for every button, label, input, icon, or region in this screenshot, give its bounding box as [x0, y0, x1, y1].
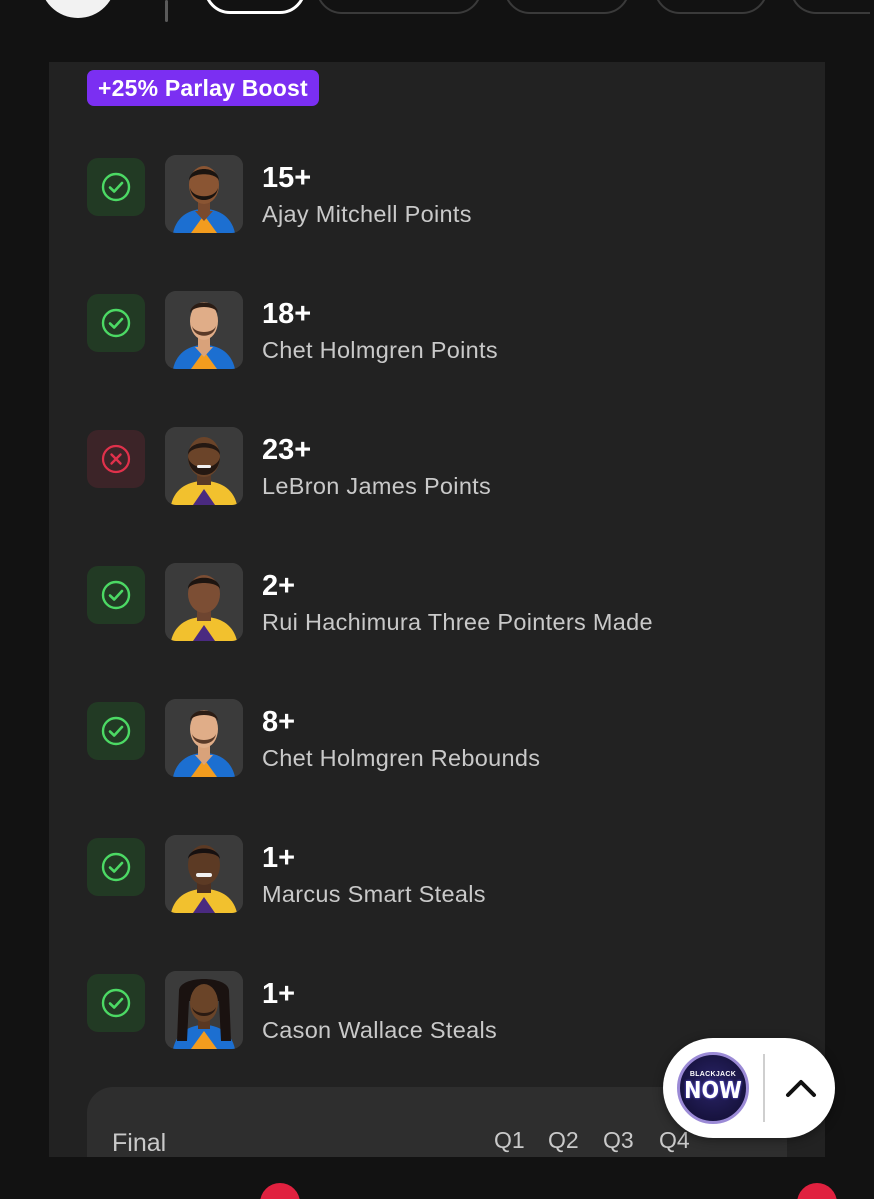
leg-status: [87, 974, 145, 1032]
player-headshot: [165, 699, 243, 777]
bet-slip-screen: +25% Parlay Boost 15+ Ajay Mitchell Poin…: [0, 0, 874, 1199]
filter-chip[interactable]: [790, 0, 870, 14]
leg-row[interactable]: 1+ Marcus Smart Steals: [87, 835, 787, 915]
leg-description: Marcus Smart Steals: [262, 881, 486, 907]
leg-description: Chet Holmgren Points: [262, 337, 498, 363]
player-headshot: [165, 563, 243, 641]
filter-divider: [165, 0, 168, 22]
nav-notification-badge: [797, 1183, 837, 1199]
leg-line: 1+: [262, 842, 296, 874]
leg-line: 8+: [262, 706, 296, 738]
leg-row[interactable]: 15+ Ajay Mitchell Points: [87, 155, 787, 235]
leg-status: [87, 158, 145, 216]
filter-bar: [0, 0, 874, 40]
leg-description: Chet Holmgren Rebounds: [262, 745, 541, 771]
check-circle-icon: [101, 580, 131, 610]
leg-status: [87, 838, 145, 896]
player-headshot: [165, 155, 243, 233]
leg-row[interactable]: 1+ Cason Wallace Steals: [87, 971, 787, 1051]
blackjack-badge-big-text: NOW: [684, 1078, 742, 1104]
blackjack-badge-small-text: BLACKJACK: [689, 1071, 737, 1078]
leg-description: Ajay Mitchell Points: [262, 201, 472, 227]
quarter-header: Q4: [659, 1127, 690, 1153]
leg-status: [87, 430, 145, 488]
player-headshot: [165, 835, 243, 913]
leg-status: [87, 566, 145, 624]
filter-chip[interactable]: [504, 0, 630, 14]
x-circle-icon: [101, 444, 131, 474]
check-circle-icon: [101, 852, 131, 882]
parlay-boost-badge: +25% Parlay Boost: [87, 70, 319, 106]
quarter-header: Q2: [548, 1127, 579, 1153]
quarter-header: Q3: [603, 1127, 634, 1153]
leg-line: 18+: [262, 298, 312, 330]
leg-description: LeBron James Points: [262, 473, 492, 499]
game-status-label: Final: [112, 1129, 167, 1157]
player-headshot: [165, 971, 243, 1049]
leg-description: Cason Wallace Steals: [262, 1017, 498, 1043]
check-circle-icon: [101, 172, 131, 202]
filter-chip[interactable]: [654, 0, 768, 14]
floating-widget: BLACKJACK NOW: [663, 1038, 835, 1138]
filter-chip-active[interactable]: [204, 0, 306, 14]
filter-chip[interactable]: [316, 0, 482, 14]
profile-avatar[interactable]: [40, 0, 116, 18]
widget-divider: [763, 1054, 765, 1122]
check-circle-icon: [101, 716, 131, 746]
leg-line: 15+: [262, 162, 312, 194]
leg-description: Rui Hachimura Three Pointers Made: [262, 609, 653, 635]
check-circle-icon: [101, 308, 131, 338]
leg-line: 23+: [262, 434, 312, 466]
player-headshot: [165, 427, 243, 505]
player-headshot: [165, 291, 243, 369]
chevron-up-icon[interactable]: [781, 1068, 821, 1108]
leg-status: [87, 702, 145, 760]
blackjack-now-button[interactable]: BLACKJACK NOW: [677, 1052, 749, 1124]
quarter-header: Q1: [494, 1127, 525, 1153]
nav-notification-badge: [260, 1183, 300, 1199]
parlay-card[interactable]: +25% Parlay Boost 15+ Ajay Mitchell Poin…: [49, 62, 825, 1157]
leg-row[interactable]: 8+ Chet Holmgren Rebounds: [87, 699, 787, 779]
leg-line: 2+: [262, 570, 296, 602]
leg-row[interactable]: 2+ Rui Hachimura Three Pointers Made: [87, 563, 787, 643]
check-circle-icon: [101, 988, 131, 1018]
leg-row[interactable]: 23+ LeBron James Points: [87, 427, 787, 507]
leg-row[interactable]: 18+ Chet Holmgren Points: [87, 291, 787, 371]
leg-line: 1+: [262, 978, 296, 1010]
leg-status: [87, 294, 145, 352]
